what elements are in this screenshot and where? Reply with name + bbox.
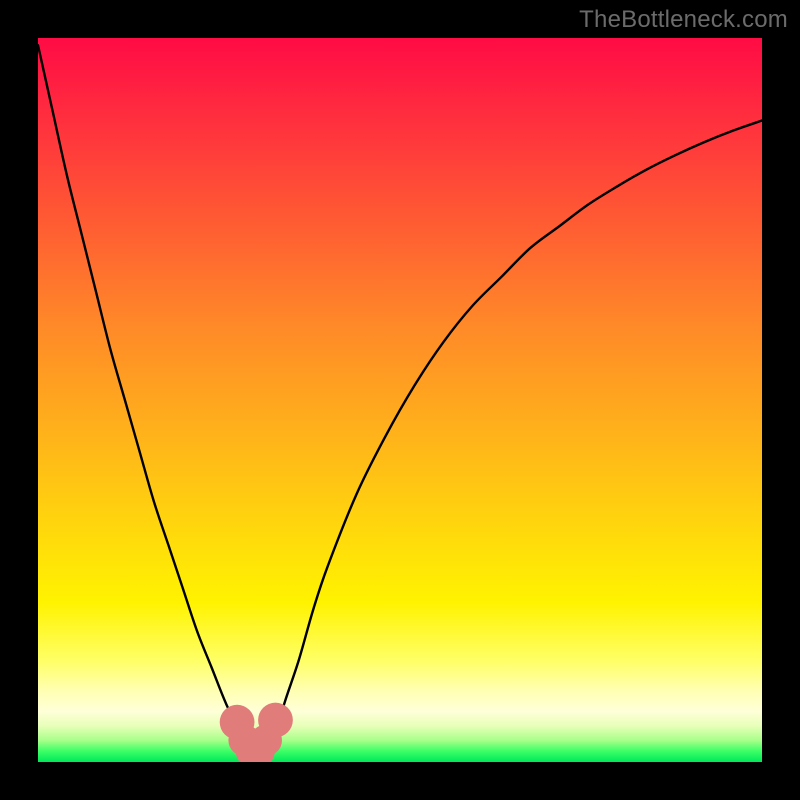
curve-marker — [258, 703, 293, 738]
bottleneck-curve — [38, 45, 762, 755]
bottleneck-curve-svg — [38, 38, 762, 762]
watermark-label: TheBottleneck.com — [579, 6, 788, 34]
chart-frame: TheBottleneck.com — [0, 0, 800, 800]
curve-markers — [220, 703, 293, 762]
chart-plot-area — [38, 38, 762, 762]
